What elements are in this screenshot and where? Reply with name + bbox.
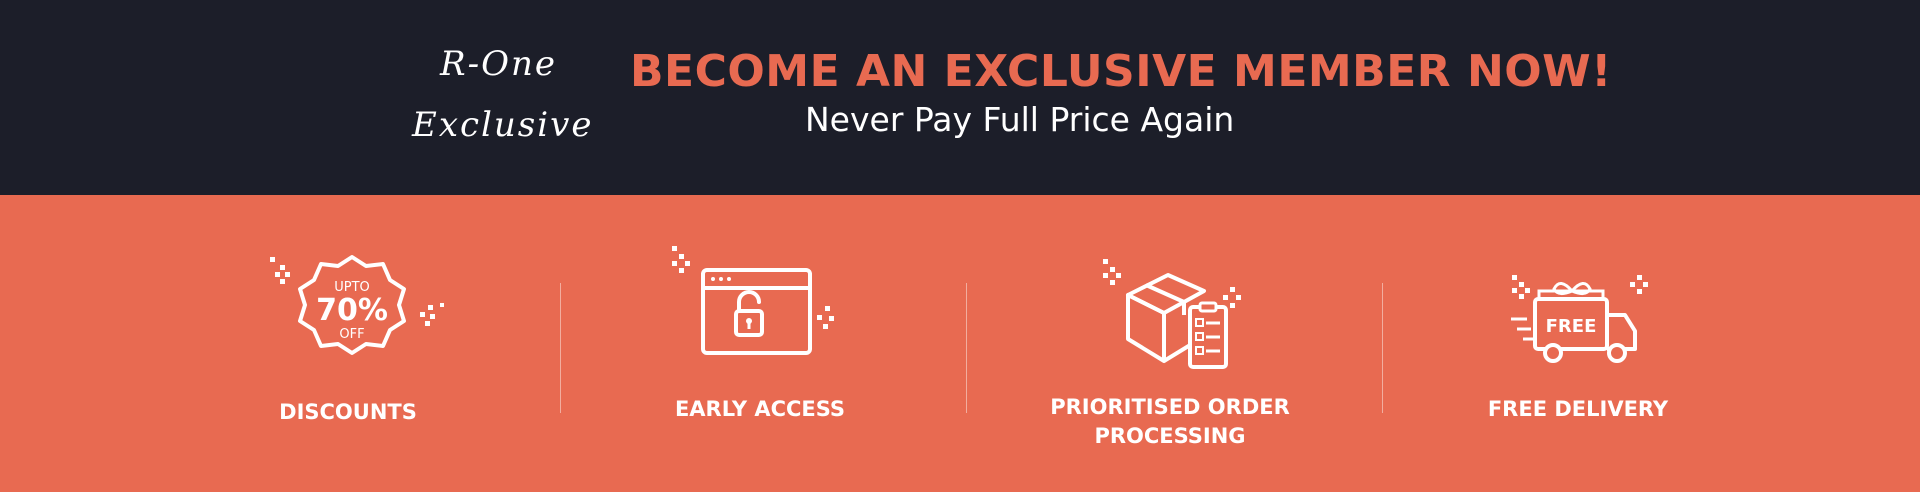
membership-header: R-One Exclusive BECOME AN EXCLUSIVE MEMB… [0, 0, 1920, 195]
divider [1382, 283, 1383, 413]
truck-free-text: FREE [1546, 316, 1597, 337]
banner-subheadline: Never Pay Full Price Again [805, 100, 1235, 139]
feature-label-early-access: EARLY ACCESS [674, 397, 846, 421]
feature-label-prioritised-line2: PROCESSING [1094, 424, 1246, 448]
feature-label-free-delivery: FREE DELIVERY [1487, 397, 1669, 421]
package-checklist-icon [1103, 259, 1241, 369]
brand-logo-line2: Exclusive [412, 105, 594, 145]
brand-logo-line1: R-One [440, 44, 557, 84]
discount-badge-icon: UPTO 70% OFF [270, 255, 444, 355]
divider [966, 283, 967, 413]
delivery-truck-icon: FREE [1511, 275, 1648, 363]
unlock-window-icon [672, 246, 834, 355]
benefits-section: UPTO 70% OFF DISCOUNTS EARLY ACCESS PRIO… [0, 195, 1920, 492]
discount-badge-value: 70% [316, 293, 388, 328]
discount-badge-bottom: OFF [339, 327, 364, 342]
feature-label-discounts: DISCOUNTS [279, 400, 417, 424]
banner-headline: BECOME AN EXCLUSIVE MEMBER NOW! [630, 46, 1612, 97]
divider [560, 283, 561, 413]
feature-label-prioritised-line1: PRIORITISED ORDER [1050, 395, 1290, 419]
